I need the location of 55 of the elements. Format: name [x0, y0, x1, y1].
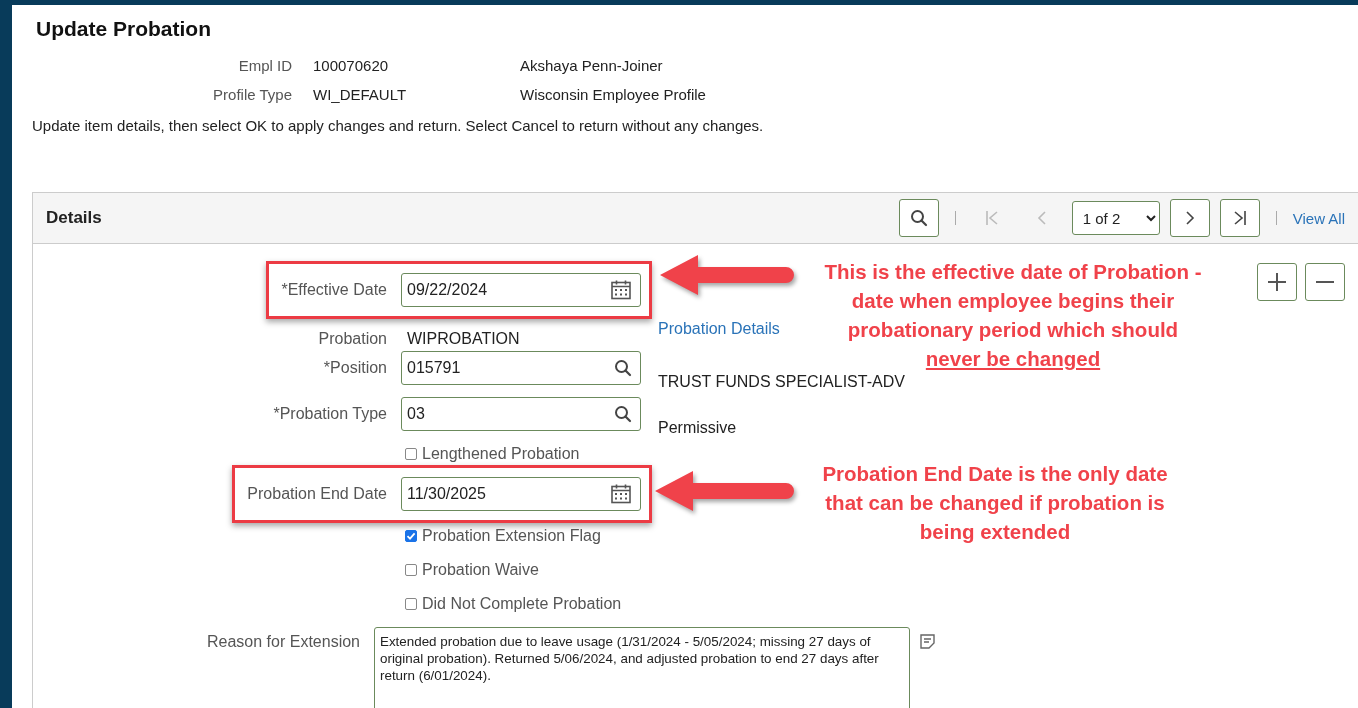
field-value: 100070620: [312, 57, 389, 74]
calendar-icon: [610, 279, 632, 301]
field-label: Probation End Date: [247, 485, 387, 503]
edit-note-icon[interactable]: [919, 633, 937, 651]
search-icon: [909, 209, 928, 227]
add-row-button[interactable]: [1257, 263, 1297, 301]
reason-text-area[interactable]: Extended probation due to leave usage (1/31/2024 - 5/05/2024; missing 27 days of original probation). Returned 5/06/2024, and adjusted probation to end 27 days after return (6/01/2024).: [374, 627, 910, 708]
field-description: Permissive: [658, 419, 737, 437]
annotation-text: date when employee begins their: [851, 288, 1175, 314]
checkbox[interactable]: [405, 564, 417, 576]
field-label: Probation: [318, 330, 387, 348]
calendar-icon: [610, 483, 632, 505]
annotation-text: probationary period which should: [847, 317, 1179, 343]
field-value: WIPROBATION: [407, 330, 520, 347]
field-label: Profile Type: [213, 86, 293, 103]
instructions-text: Update item details, then select OK to apply changes and return. Select Cancel to return without any changes.: [32, 117, 764, 134]
date-field[interactable]: 09/22/2024: [401, 273, 641, 307]
annotation-text: Probation End Date is the only date: [822, 461, 1168, 487]
checkbox-label: Lengthened Probation: [422, 445, 580, 463]
annotation-text: This is the effective date of Probation -: [824, 259, 1202, 285]
panel-title: Details: [46, 208, 102, 228]
field-description: Wisconsin Employee Profile: [520, 86, 706, 103]
delete-row-button[interactable]: [1305, 263, 1345, 301]
next-page-button[interactable]: [1169, 199, 1210, 237]
lookup-field[interactable]: 015791: [401, 351, 641, 385]
field-value: WI_DEFAULT: [312, 86, 407, 103]
field-description: Akshaya Penn-Joiner: [520, 57, 663, 74]
checkbox[interactable]: [405, 530, 417, 542]
search-icon: [614, 405, 632, 423]
checkbox[interactable]: [405, 598, 417, 610]
field-label: *Probation Type: [273, 405, 387, 423]
annotation-text: never be changed: [925, 346, 1101, 372]
page-select[interactable]: 1 of 2: [1071, 201, 1160, 235]
field-label: Reason for Extension: [207, 632, 360, 651]
annotation-text: being extended: [919, 519, 1071, 545]
checkbox-label: Probation Extension Flag: [422, 527, 601, 545]
date-field[interactable]: 11/30/2025: [401, 477, 641, 511]
field-description: TRUST FUNDS SPECIALIST-ADV: [658, 373, 905, 391]
field-label: *Position: [323, 359, 387, 377]
checkbox-label: Probation Waive: [422, 561, 539, 579]
search-button[interactable]: [898, 199, 939, 237]
checkbox-label: Did Not Complete Probation: [422, 595, 622, 613]
field-label: *Effective Date: [281, 281, 387, 299]
page-title: Update Probation: [36, 17, 211, 41]
lookup-field[interactable]: 03: [401, 397, 641, 431]
field-label: Empl ID: [238, 57, 293, 74]
view-all-link[interactable]: View All: [1292, 209, 1345, 227]
checkbox[interactable]: [405, 448, 417, 460]
search-icon: [614, 359, 632, 377]
plus-icon: [1267, 272, 1287, 292]
first-icon: [983, 209, 1000, 227]
annotation-text: that can be changed if probation is: [825, 490, 1165, 516]
minus-icon: [1315, 281, 1335, 283]
last-page-button[interactable]: [1219, 199, 1260, 237]
probation-details-link[interactable]: Probation Details: [658, 320, 780, 338]
